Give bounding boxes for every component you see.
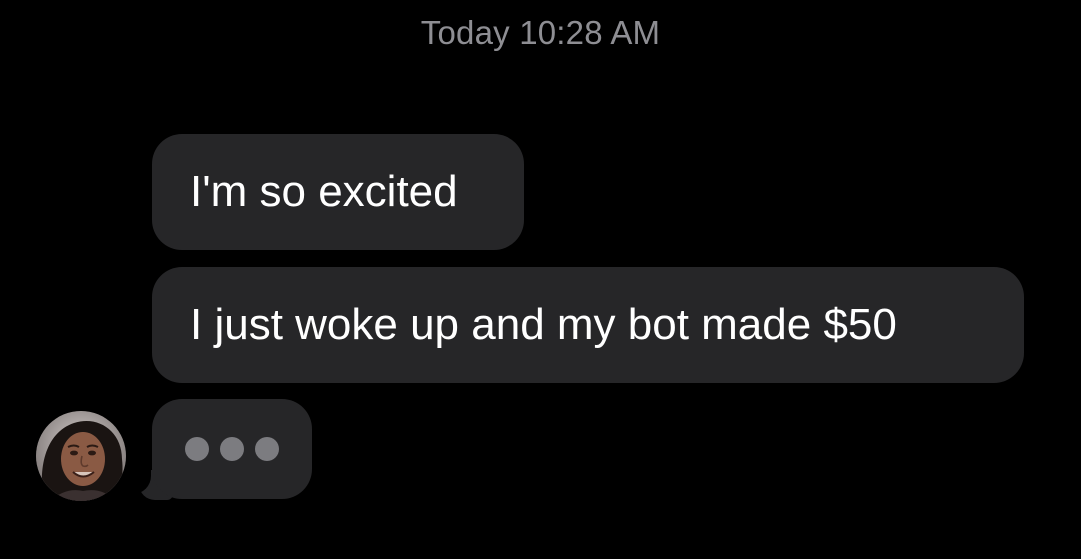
chat-screen: Today 10:28 AM I'm so excited I just wok… xyxy=(0,0,1081,559)
typing-dot xyxy=(185,437,209,461)
message-text: I just woke up and my bot made $50 xyxy=(190,300,897,349)
message-timestamp: Today 10:28 AM xyxy=(420,14,661,51)
message-bubble[interactable]: I just woke up and my bot made $50 xyxy=(152,267,1024,383)
contact-avatar[interactable] xyxy=(36,411,126,501)
typing-indicator xyxy=(152,399,312,499)
contact-avatar-photo-icon xyxy=(36,411,126,501)
message-bubble[interactable]: I'm so excited xyxy=(152,134,524,250)
message-text: I'm so excited xyxy=(190,167,458,216)
typing-dot xyxy=(255,437,279,461)
typing-dot xyxy=(220,437,244,461)
